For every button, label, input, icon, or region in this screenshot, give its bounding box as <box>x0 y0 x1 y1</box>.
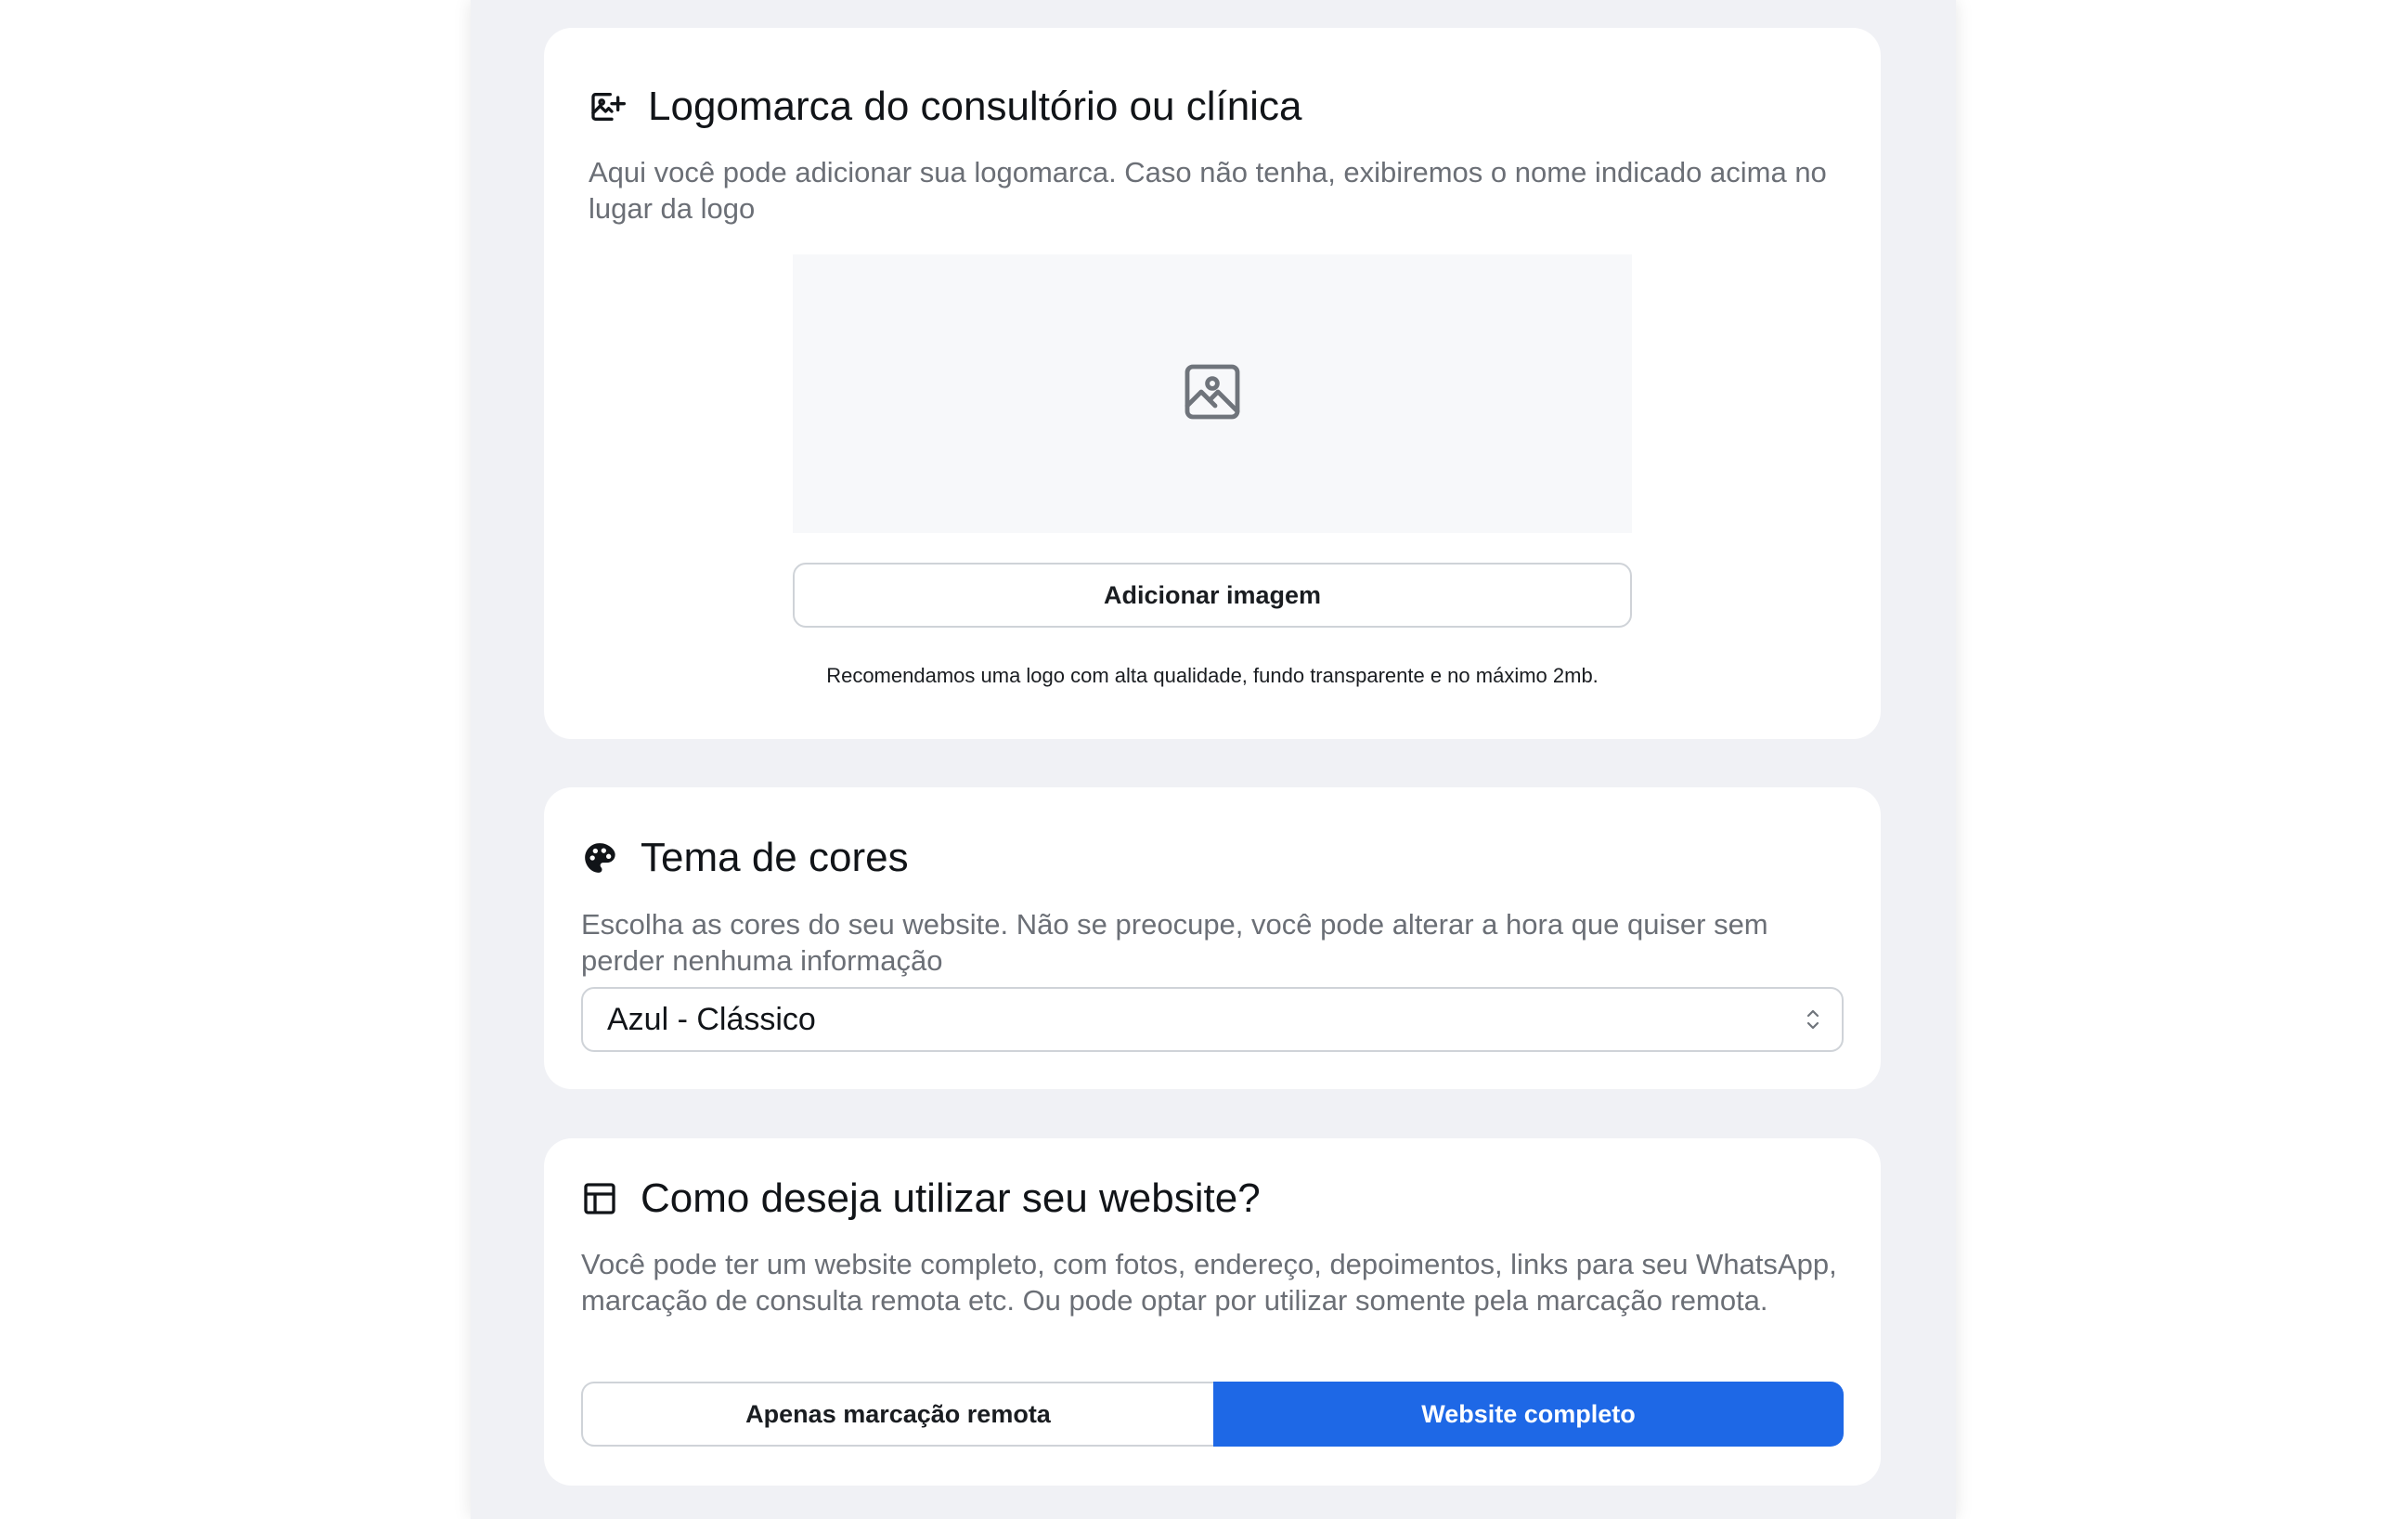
logo-preview-area <box>793 254 1632 533</box>
usage-card-header: Como deseja utilizar seu website? <box>581 1175 1261 1223</box>
theme-select-value: Azul - Clássico <box>607 1001 816 1037</box>
logo-card-description: Aqui você pode adicionar sua logomarca. … <box>589 156 1827 225</box>
remote-only-option[interactable]: Apenas marcação remota <box>581 1382 1213 1447</box>
image-add-icon <box>589 88 626 125</box>
usage-segmented-control: Apenas marcação remota Website completo <box>581 1382 1844 1447</box>
theme-card-description: Escolha as cores do seu website. Não se … <box>581 908 1768 977</box>
logo-card-title: Logomarca do consultório ou clínica <box>648 84 1302 129</box>
theme-card: Tema de cores Escolha as cores do seu we… <box>544 787 1881 1089</box>
image-placeholder-icon <box>1179 358 1246 430</box>
logo-card: Logomarca do consultório ou clínica Aqui… <box>544 28 1881 739</box>
theme-select[interactable]: Azul - Clássico <box>581 987 1844 1052</box>
palette-icon <box>581 839 618 876</box>
add-image-button[interactable]: Adicionar imagem <box>793 563 1632 628</box>
page-column: Logomarca do consultório ou clínica Aqui… <box>471 0 1956 1519</box>
chevron-up-down-icon <box>1803 1006 1823 1033</box>
theme-card-header: Tema de cores <box>581 834 909 882</box>
logo-hint: Recomendamos uma logo com alta qualidade… <box>826 664 1599 687</box>
usage-card: Como deseja utilizar seu website? Você p… <box>544 1138 1881 1486</box>
usage-card-description: Você pode ter um website completo, com f… <box>581 1248 1837 1317</box>
logo-card-header: Logomarca do consultório ou clínica <box>589 83 1301 131</box>
full-website-option[interactable]: Website completo <box>1213 1382 1844 1447</box>
usage-card-title: Como deseja utilizar seu website? <box>641 1175 1261 1221</box>
theme-card-title: Tema de cores <box>641 835 909 880</box>
layout-icon <box>581 1180 618 1217</box>
